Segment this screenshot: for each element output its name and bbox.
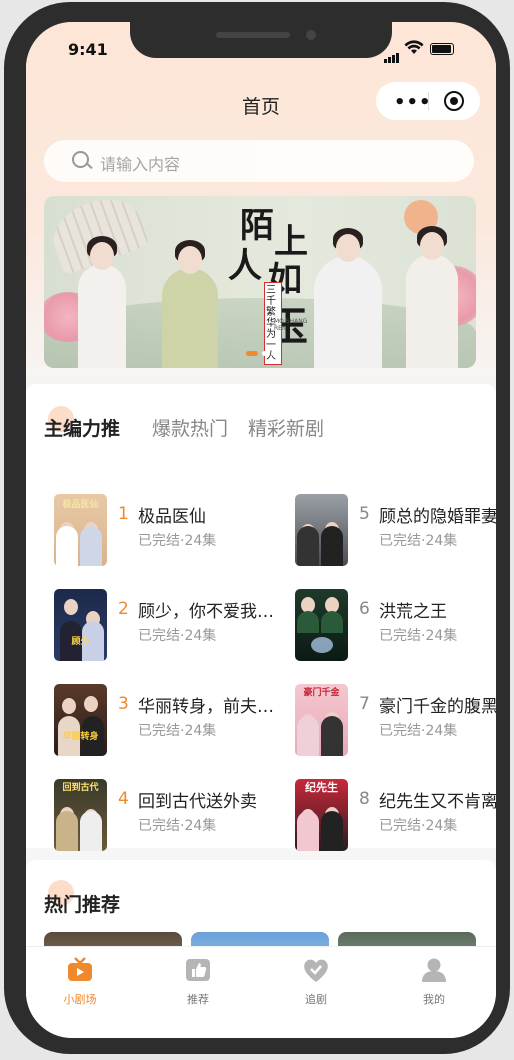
drama-meta: 已完结·24集 xyxy=(138,723,217,739)
phone-frame: 9:41 首页 ••• 请输入内容 陌 上 人 如 玉 三千繁华为一人 MO S… xyxy=(4,2,510,1054)
tabbar-item-recommend[interactable]: 推荐 xyxy=(158,957,238,1007)
screen: 9:41 首页 ••• 请输入内容 陌 上 人 如 玉 三千繁华为一人 MO S… xyxy=(26,22,496,1038)
drama-item[interactable]: 5 顾总的隐婚罪妻 已完结·24集 xyxy=(295,494,496,570)
banner-figure xyxy=(162,240,218,368)
drama-thumbnail: 顾少 xyxy=(54,589,107,661)
tv-icon xyxy=(68,957,92,981)
drama-thumbnail xyxy=(295,494,348,566)
drama-meta: 已完结·24集 xyxy=(379,628,458,644)
tabbar-label: 我的 xyxy=(423,993,445,1006)
tabbar-item-theater[interactable]: 小剧场 xyxy=(40,957,120,1007)
rank-number: 7 xyxy=(359,694,370,714)
drama-meta: 已完结·24集 xyxy=(379,818,458,834)
drama-meta: 已完结·24集 xyxy=(379,533,458,549)
wifi-icon xyxy=(404,40,424,54)
more-icon[interactable]: ••• xyxy=(394,92,432,113)
banner-small-text: MO SHANG REN xyxy=(274,318,308,332)
close-target-icon[interactable] xyxy=(444,91,464,111)
drama-meta: 已完结·24集 xyxy=(379,723,458,739)
banner[interactable]: 陌 上 人 如 玉 三千繁华为一人 MO SHANG REN xyxy=(44,196,476,368)
thumbs-up-icon xyxy=(186,959,210,981)
drama-item[interactable]: 华丽转身 3 华丽转身，前夫… 已完结·24集 xyxy=(54,684,284,760)
drama-thumbnail xyxy=(295,589,348,661)
battery-icon xyxy=(430,43,454,55)
drama-item[interactable]: 顾少 2 顾少，你不爱我… 已完结·24集 xyxy=(54,589,284,665)
bottom-tab-bar: 小剧场 推荐 追剧 我的 xyxy=(26,946,496,1038)
drama-item[interactable]: 豪门千金 7 豪门千金的腹黑 已完结·24集 xyxy=(295,684,496,760)
search-bar[interactable]: 请输入内容 xyxy=(44,140,474,182)
drama-meta: 已完结·24集 xyxy=(138,818,217,834)
drama-title: 顾总的隐婚罪妻 xyxy=(379,507,496,527)
tabbar-label: 追剧 xyxy=(305,993,327,1006)
search-icon xyxy=(72,151,89,168)
drama-meta: 已完结·24集 xyxy=(138,628,217,644)
tab-editor-picks[interactable]: 主编力推 xyxy=(44,414,120,441)
section-title: 热门推荐 xyxy=(44,894,121,916)
drama-title: 豪门千金的腹黑 xyxy=(379,697,496,717)
drama-thumbnail: 华丽转身 xyxy=(54,684,107,756)
rank-number: 1 xyxy=(118,504,129,524)
banner-pagination xyxy=(246,341,280,360)
drama-meta: 已完结·24集 xyxy=(138,533,217,549)
rank-number: 2 xyxy=(118,599,129,619)
drama-title: 洪荒之王 xyxy=(379,602,447,622)
banner-figure xyxy=(406,226,458,368)
rank-number: 4 xyxy=(118,789,129,809)
status-time: 9:41 xyxy=(68,40,108,59)
notch xyxy=(130,22,392,58)
banner-title-char: 人 xyxy=(228,246,262,286)
drama-thumbnail: 回到古代 xyxy=(54,779,107,851)
drama-thumbnail: 极品医仙 xyxy=(54,494,107,566)
heart-icon xyxy=(304,959,328,982)
drama-title: 纪先生又不肯离 xyxy=(379,792,496,812)
drama-item[interactable]: 纪先生 8 纪先生又不肯离 已完结·24集 xyxy=(295,779,496,855)
drama-item[interactable]: 极品医仙 1 极品医仙 已完结·24集 xyxy=(54,494,284,570)
search-placeholder: 请输入内容 xyxy=(100,155,181,174)
tab-hot[interactable]: 爆款热门 xyxy=(152,414,228,441)
rank-number: 5 xyxy=(359,504,370,524)
drama-thumbnail: 纪先生 xyxy=(295,779,348,851)
rank-number: 6 xyxy=(359,599,370,619)
drama-title: 极品医仙 xyxy=(138,507,206,527)
drama-item[interactable]: 回到古代 4 回到古代送外卖 已完结·24集 xyxy=(54,779,284,855)
drama-thumbnail: 豪门千金 xyxy=(295,684,348,756)
mini-program-capsule: ••• xyxy=(376,82,480,120)
drama-title: 顾少，你不爱我… xyxy=(138,602,274,622)
tabbar-item-profile[interactable]: 我的 xyxy=(394,957,474,1007)
rank-number: 8 xyxy=(359,789,370,809)
banner-figure xyxy=(314,228,382,368)
ranking-panel: 主编力推 爆款热门 精彩新剧 极品医仙 1 极品医仙 已完结·24集 顾少 2 … xyxy=(26,384,496,851)
tab-new[interactable]: 精彩新剧 xyxy=(248,414,324,441)
drama-title: 回到古代送外卖 xyxy=(138,792,257,812)
tabbar-item-follow[interactable]: 追剧 xyxy=(276,957,356,1007)
rank-number: 3 xyxy=(118,694,129,714)
drama-item[interactable]: 6 洪荒之王 已完结·24集 xyxy=(295,589,496,665)
banner-figure xyxy=(78,236,126,368)
drama-title: 华丽转身，前夫… xyxy=(138,697,274,717)
tabbar-label: 小剧场 xyxy=(63,993,97,1006)
user-icon xyxy=(422,958,446,982)
tabbar-label: 推荐 xyxy=(187,993,209,1006)
